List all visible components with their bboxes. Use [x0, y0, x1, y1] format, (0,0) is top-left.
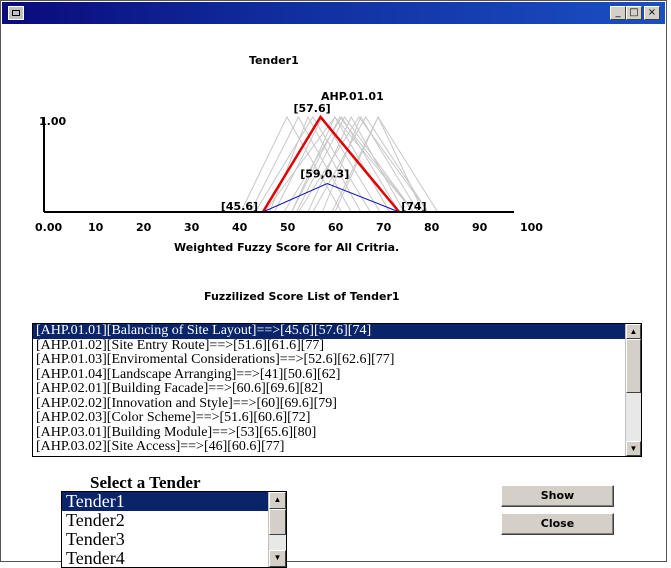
- tender-scroll-down-button[interactable]: ▼: [269, 550, 286, 567]
- tender-scroll-up-button[interactable]: ▲: [269, 492, 286, 509]
- background-triangle-15: [249, 115, 352, 213]
- annotation-1: [59,0.3]: [300, 168, 349, 181]
- x-tick-label: 90: [472, 221, 488, 234]
- show-button[interactable]: Show: [501, 485, 614, 507]
- app-window: _ □ × Tender1 AHP.01.01 1.00 0.00 10 20 30 4…: [0, 0, 667, 568]
- score-list-item[interactable]: [AHP.03.02][Site Access]==>[46][60.6][77…: [33, 439, 641, 455]
- x-tick-label: 10: [88, 221, 104, 234]
- fuzzy-score-chart: 0.00 10 20 30 40 50 60 70 80 90 100 [57.6] [59,0.3]…: [35, 102, 543, 234]
- score-list-item[interactable]: [AHP.01.01][Balancing of Site Layout]==>…: [33, 324, 641, 339]
- tender-listbox[interactable]: Tender1 Tender2 Tender3 Tender4 ▲ ▼: [61, 491, 287, 568]
- scroll-thumb[interactable]: [626, 339, 641, 393]
- annotation-0: [57.6]: [293, 102, 330, 115]
- score-list-item[interactable]: [AHP.03.01][Building Module]==>[53][65.6…: [33, 425, 641, 441]
- score-list-items: [AHP.01.01][Balancing of Site Layout]==>…: [33, 324, 641, 455]
- x-tick-label: 50: [280, 221, 296, 234]
- scroll-up-button[interactable]: ▲: [626, 324, 641, 339]
- x-tick-labels: 0.00 10 20 30 40 50 60 70 80 90 100: [35, 221, 543, 234]
- x-tick-label: 70: [376, 221, 392, 234]
- select-tender-title: Select a Tender: [90, 473, 201, 492]
- x-axis-label: Weighted Fuzzy Score for All Critria.: [174, 241, 400, 254]
- tender-list-item[interactable]: Tender3: [62, 530, 286, 549]
- close-button[interactable]: Close: [501, 513, 614, 535]
- score-list-item[interactable]: [AHP.01.04][Landscape Arranging]==>[41][…: [33, 367, 641, 383]
- x-tick-label: 0.00: [35, 221, 62, 234]
- annotation-2: [45.6]: [221, 200, 258, 213]
- tender-list-item[interactable]: Tender2: [62, 511, 286, 530]
- window-menu-icon[interactable]: [8, 6, 24, 20]
- score-list-item[interactable]: [AHP.02.03][Color Scheme]==>[51.6][60.6]…: [33, 410, 641, 426]
- x-tick-label: 100: [520, 221, 543, 234]
- minimize-button[interactable]: _: [610, 6, 626, 20]
- x-tick-label: 40: [232, 221, 248, 234]
- score-list-title: Fuzzilized Score List of Tender1: [204, 290, 400, 303]
- tender-scroll-thumb[interactable]: [269, 509, 286, 535]
- x-tick-label: 30: [184, 221, 200, 234]
- annotation-3: [74]: [401, 200, 426, 213]
- score-list-item[interactable]: [AHP.01.02][Site Entry Route]==>[51.6][6…: [33, 338, 641, 354]
- close-window-button[interactable]: ×: [644, 6, 660, 20]
- score-list-item[interactable]: [AHP.02.02][Innovation and Style]==>[60]…: [33, 396, 641, 412]
- tender-list-item[interactable]: Tender4: [62, 549, 286, 568]
- score-listbox[interactable]: [AHP.01.01][Balancing of Site Layout]==>…: [32, 323, 642, 457]
- x-tick-label: 60: [328, 221, 344, 234]
- x-tick-label: 20: [136, 221, 152, 234]
- score-list-item[interactable]: [AHP.01.03][Enviromental Considerations]…: [33, 352, 641, 368]
- client-area: Tender1 AHP.01.01 1.00 0.00 10 20 30 40 50 60 7…: [2, 24, 665, 568]
- tender-list-items: Tender1 Tender2 Tender3 Tender4: [62, 492, 286, 568]
- score-list-item[interactable]: [AHP.02.01][Building Facade]==>[60.6][69…: [33, 381, 641, 397]
- title-bar[interactable]: _ □ ×: [2, 2, 665, 24]
- maximize-button[interactable]: □: [626, 6, 642, 20]
- scroll-down-button[interactable]: ▼: [626, 441, 641, 456]
- tender-list-scrollbar[interactable]: ▲ ▼: [268, 492, 286, 567]
- score-list-scrollbar[interactable]: ▲ ▼: [625, 324, 641, 456]
- tender-list-item[interactable]: Tender1: [62, 492, 286, 511]
- x-tick-label: 80: [424, 221, 440, 234]
